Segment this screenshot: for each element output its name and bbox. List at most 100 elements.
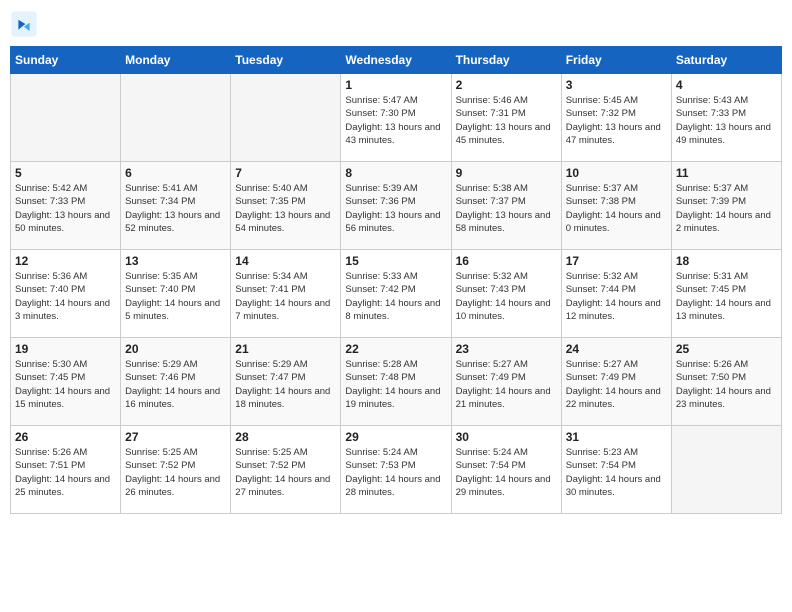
calendar-cell: 7Sunrise: 5:40 AMSunset: 7:35 PMDaylight…	[231, 162, 341, 250]
week-row-2: 5 Sunrise: 5:42 AMSunset: 7:33 PMDaylight…	[11, 162, 782, 250]
day-info: Sunrise: 5:25 AMSunset: 7:52 PMDaylight:…	[235, 446, 336, 499]
day-info: Sunrise: 5:23 AMSunset: 7:54 PMDaylight:…	[566, 446, 667, 499]
week-row-4: 19Sunrise: 5:30 AMSunset: 7:45 PMDayligh…	[11, 338, 782, 426]
day-number: 4	[676, 78, 777, 92]
calendar-cell: 2 Sunrise: 5:46 AMSunset: 7:31 PMDaylight…	[451, 74, 561, 162]
day-info: Sunrise: 5:37 AMSunset: 7:39 PMDaylight:…	[676, 182, 777, 235]
day-number: 18	[676, 254, 777, 268]
day-header-saturday: Saturday	[671, 47, 781, 74]
week-row-1: 1 Sunrise: 5:47 AMSunset: 7:30 PMDaylight…	[11, 74, 782, 162]
calendar-cell: 19Sunrise: 5:30 AMSunset: 7:45 PMDayligh…	[11, 338, 121, 426]
day-info: Sunrise: 5:38 AMSunset: 7:37 PMDaylight:…	[456, 182, 557, 235]
calendar-cell: 8 Sunrise: 5:39 AMSunset: 7:36 PMDaylight…	[341, 162, 451, 250]
day-header-sunday: Sunday	[11, 47, 121, 74]
calendar-cell: 25 Sunrise: 5:26 AMSunset: 7:50 PMDayligh…	[671, 338, 781, 426]
day-info: Sunrise: 5:40 AMSunset: 7:35 PMDaylight:…	[235, 182, 336, 235]
day-info: Sunrise: 5:43 AMSunset: 7:33 PMDaylight:…	[676, 94, 777, 147]
day-info: Sunrise: 5:47 AMSunset: 7:30 PMDaylight:…	[345, 94, 446, 147]
day-info: Sunrise: 5:26 AMSunset: 7:50 PMDaylight:…	[676, 358, 777, 411]
calendar-cell: 14Sunrise: 5:34 AMSunset: 7:41 PMDayligh…	[231, 250, 341, 338]
week-row-3: 12 Sunrise: 5:36 AMSunset: 7:40 PMDayligh…	[11, 250, 782, 338]
day-info: Sunrise: 5:37 AMSunset: 7:38 PMDaylight:…	[566, 182, 667, 235]
day-number: 13	[125, 254, 226, 268]
day-number: 25	[676, 342, 777, 356]
calendar-cell: 4 Sunrise: 5:43 AMSunset: 7:33 PMDaylight…	[671, 74, 781, 162]
day-info: Sunrise: 5:45 AMSunset: 7:32 PMDaylight:…	[566, 94, 667, 147]
logo	[10, 10, 42, 38]
day-info: Sunrise: 5:30 AMSunset: 7:45 PMDaylight:…	[15, 358, 116, 411]
day-info: Sunrise: 5:31 AMSunset: 7:45 PMDaylight:…	[676, 270, 777, 323]
day-number: 12	[15, 254, 116, 268]
day-info: Sunrise: 5:46 AMSunset: 7:31 PMDaylight:…	[456, 94, 557, 147]
day-info: Sunrise: 5:33 AMSunset: 7:42 PMDaylight:…	[345, 270, 446, 323]
day-info: Sunrise: 5:39 AMSunset: 7:36 PMDaylight:…	[345, 182, 446, 235]
calendar-cell: 20 Sunrise: 5:29 AMSunset: 7:46 PMDayligh…	[121, 338, 231, 426]
day-number: 6	[125, 166, 226, 180]
header	[10, 10, 782, 38]
day-number: 23	[456, 342, 557, 356]
day-number: 16	[456, 254, 557, 268]
day-number: 20	[125, 342, 226, 356]
day-number: 26	[15, 430, 116, 444]
calendar-cell: 31 Sunrise: 5:23 AMSunset: 7:54 PMDayligh…	[561, 426, 671, 514]
day-number: 11	[676, 166, 777, 180]
calendar-cell: 3 Sunrise: 5:45 AMSunset: 7:32 PMDaylight…	[561, 74, 671, 162]
calendar-cell: 11 Sunrise: 5:37 AMSunset: 7:39 PMDayligh…	[671, 162, 781, 250]
calendar-cell: 24Sunrise: 5:27 AMSunset: 7:49 PMDayligh…	[561, 338, 671, 426]
calendar-table: SundayMondayTuesdayWednesdayThursdayFrid…	[10, 46, 782, 514]
day-number: 8	[345, 166, 446, 180]
day-number: 5	[15, 166, 116, 180]
day-info: Sunrise: 5:32 AMSunset: 7:44 PMDaylight:…	[566, 270, 667, 323]
calendar-cell	[671, 426, 781, 514]
day-info: Sunrise: 5:24 AMSunset: 7:54 PMDaylight:…	[456, 446, 557, 499]
header-row: SundayMondayTuesdayWednesdayThursdayFrid…	[11, 47, 782, 74]
calendar-cell: 5 Sunrise: 5:42 AMSunset: 7:33 PMDaylight…	[11, 162, 121, 250]
calendar-cell	[121, 74, 231, 162]
calendar-cell: 13 Sunrise: 5:35 AMSunset: 7:40 PMDayligh…	[121, 250, 231, 338]
day-info: Sunrise: 5:26 AMSunset: 7:51 PMDaylight:…	[15, 446, 116, 499]
day-info: Sunrise: 5:34 AMSunset: 7:41 PMDaylight:…	[235, 270, 336, 323]
day-info: Sunrise: 5:27 AMSunset: 7:49 PMDaylight:…	[456, 358, 557, 411]
calendar-cell: 17Sunrise: 5:32 AMSunset: 7:44 PMDayligh…	[561, 250, 671, 338]
calendar-cell: 16 Sunrise: 5:32 AMSunset: 7:43 PMDayligh…	[451, 250, 561, 338]
day-number: 2	[456, 78, 557, 92]
day-number: 3	[566, 78, 667, 92]
calendar-cell: 21Sunrise: 5:29 AMSunset: 7:47 PMDayligh…	[231, 338, 341, 426]
day-number: 31	[566, 430, 667, 444]
calendar-cell: 23 Sunrise: 5:27 AMSunset: 7:49 PMDayligh…	[451, 338, 561, 426]
calendar-cell: 12 Sunrise: 5:36 AMSunset: 7:40 PMDayligh…	[11, 250, 121, 338]
day-info: Sunrise: 5:42 AMSunset: 7:33 PMDaylight:…	[15, 182, 116, 235]
day-number: 28	[235, 430, 336, 444]
calendar-cell: 9 Sunrise: 5:38 AMSunset: 7:37 PMDaylight…	[451, 162, 561, 250]
day-number: 30	[456, 430, 557, 444]
calendar-cell: 28 Sunrise: 5:25 AMSunset: 7:52 PMDayligh…	[231, 426, 341, 514]
calendar-cell: 27 Sunrise: 5:25 AMSunset: 7:52 PMDayligh…	[121, 426, 231, 514]
calendar-cell: 26 Sunrise: 5:26 AMSunset: 7:51 PMDayligh…	[11, 426, 121, 514]
day-number: 22	[345, 342, 446, 356]
day-info: Sunrise: 5:36 AMSunset: 7:40 PMDaylight:…	[15, 270, 116, 323]
logo-icon	[10, 10, 38, 38]
day-number: 27	[125, 430, 226, 444]
day-info: Sunrise: 5:29 AMSunset: 7:46 PMDaylight:…	[125, 358, 226, 411]
calendar-cell: 10 Sunrise: 5:37 AMSunset: 7:38 PMDayligh…	[561, 162, 671, 250]
day-header-tuesday: Tuesday	[231, 47, 341, 74]
calendar-cell: 6Sunrise: 5:41 AMSunset: 7:34 PMDaylight…	[121, 162, 231, 250]
day-number: 21	[235, 342, 336, 356]
day-info: Sunrise: 5:35 AMSunset: 7:40 PMDaylight:…	[125, 270, 226, 323]
day-number: 10	[566, 166, 667, 180]
calendar-cell	[231, 74, 341, 162]
calendar-cell	[11, 74, 121, 162]
day-info: Sunrise: 5:28 AMSunset: 7:48 PMDaylight:…	[345, 358, 446, 411]
week-row-5: 26 Sunrise: 5:26 AMSunset: 7:51 PMDayligh…	[11, 426, 782, 514]
day-number: 1	[345, 78, 446, 92]
day-info: Sunrise: 5:25 AMSunset: 7:52 PMDaylight:…	[125, 446, 226, 499]
day-header-thursday: Thursday	[451, 47, 561, 74]
day-number: 9	[456, 166, 557, 180]
calendar-cell: 18 Sunrise: 5:31 AMSunset: 7:45 PMDayligh…	[671, 250, 781, 338]
day-header-monday: Monday	[121, 47, 231, 74]
calendar-cell: 22 Sunrise: 5:28 AMSunset: 7:48 PMDayligh…	[341, 338, 451, 426]
day-number: 29	[345, 430, 446, 444]
day-header-friday: Friday	[561, 47, 671, 74]
calendar-cell: 15Sunrise: 5:33 AMSunset: 7:42 PMDayligh…	[341, 250, 451, 338]
day-info: Sunrise: 5:32 AMSunset: 7:43 PMDaylight:…	[456, 270, 557, 323]
